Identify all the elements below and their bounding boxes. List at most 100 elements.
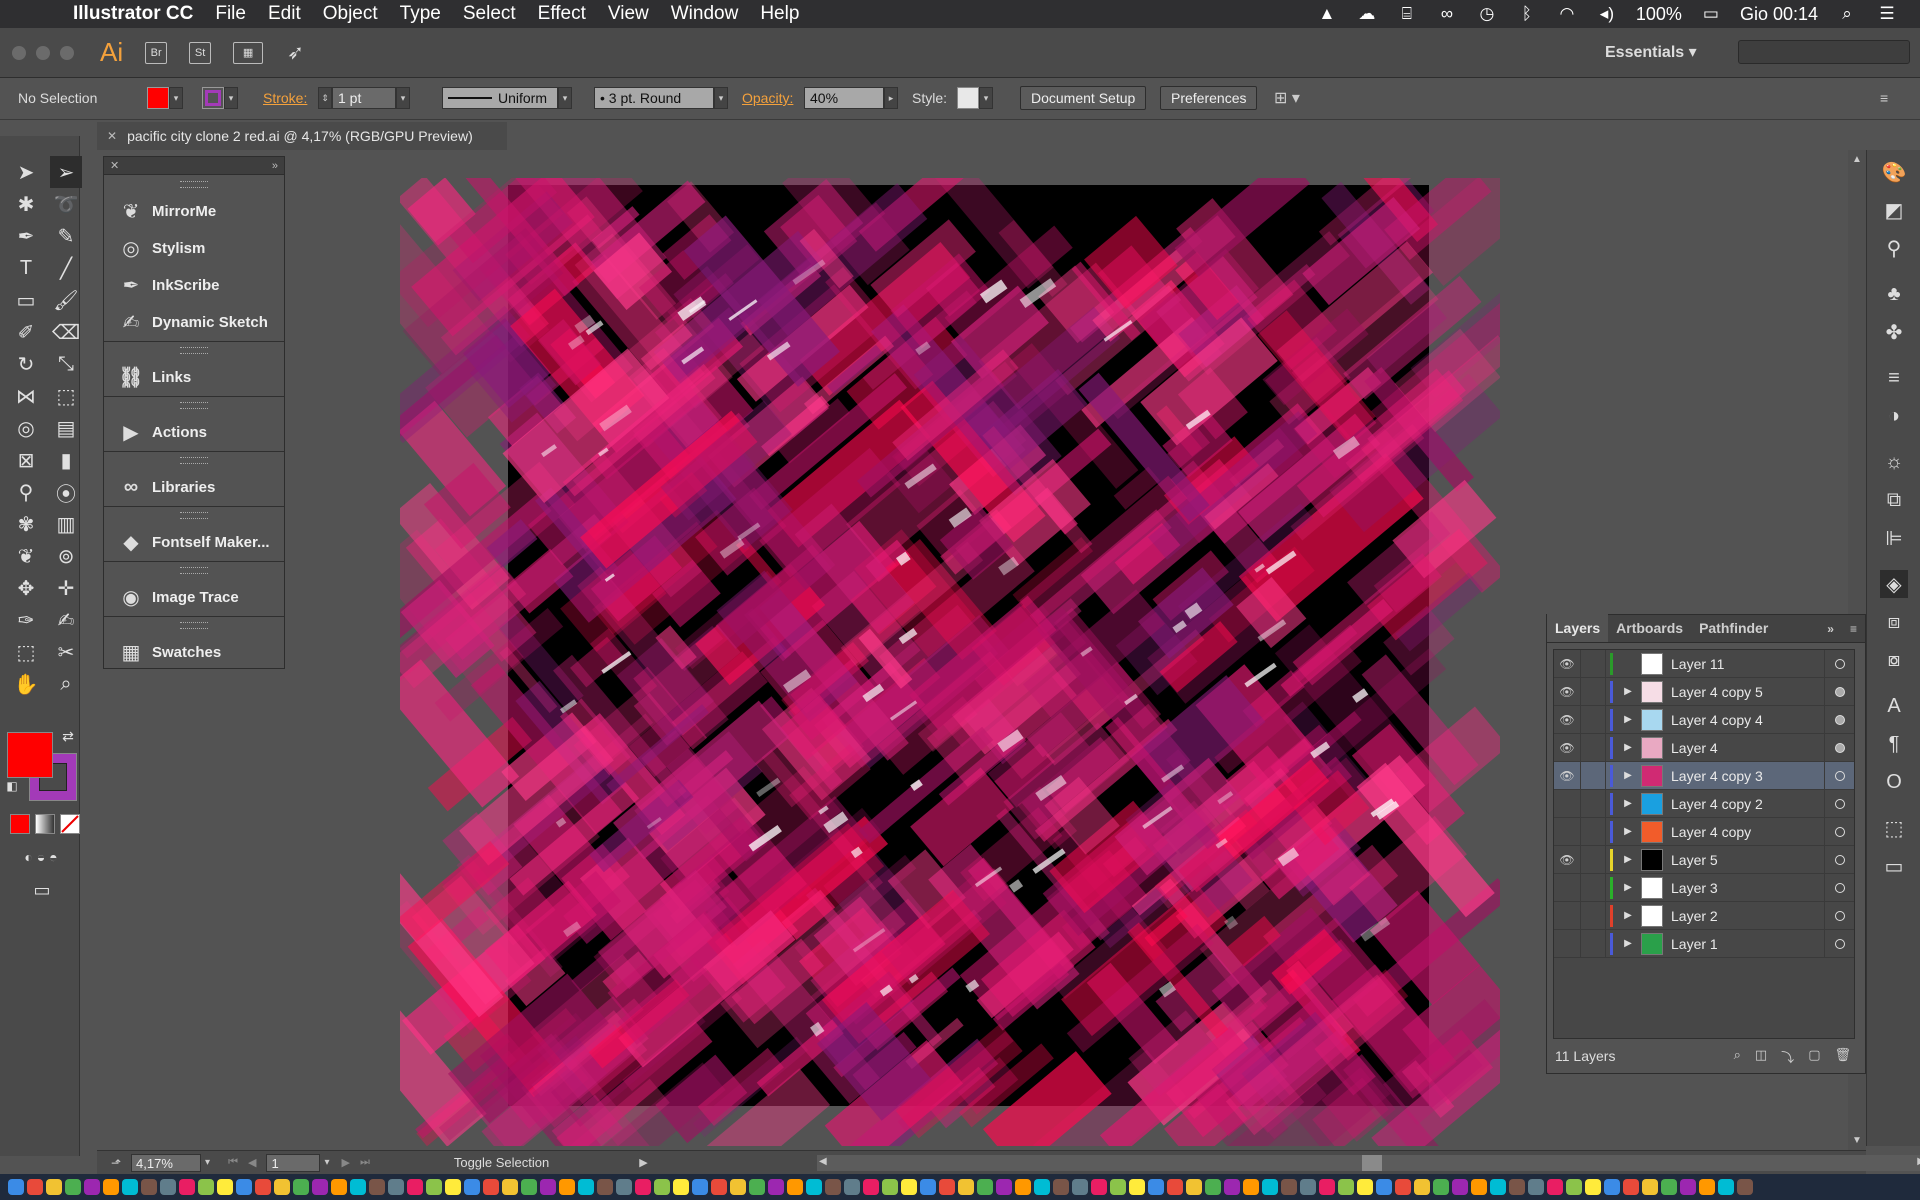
pen-tool-icon[interactable]: ✒ (10, 220, 42, 252)
character-icon[interactable]: A (1880, 692, 1908, 720)
layer-name[interactable]: Layer 2 (1671, 908, 1824, 924)
dock-app-icon[interactable] (141, 1179, 157, 1195)
status-menu-arrow-icon[interactable]: ▶ (639, 1156, 647, 1169)
dock-app-icon[interactable] (1015, 1179, 1031, 1195)
stroke-panel-icon[interactable]: ≡ (1880, 364, 1908, 392)
dock-app-icon[interactable] (939, 1179, 955, 1195)
plugin-links[interactable]: ⛓ Links (104, 359, 284, 396)
dynamic-sketch-tool-icon[interactable]: ✍ (50, 604, 82, 636)
expand-arrow-icon[interactable]: ▶ (1621, 798, 1635, 809)
dock-app-icon[interactable] (65, 1179, 81, 1195)
dock-app-icon[interactable] (1129, 1179, 1145, 1195)
notification-center-icon[interactable]: ☰ (1876, 4, 1898, 23)
lock-toggle[interactable] (1580, 649, 1606, 678)
dock-app-icon[interactable] (1300, 1179, 1316, 1195)
dock-app-icon[interactable] (445, 1179, 461, 1195)
layer-target-button[interactable] (1824, 705, 1854, 734)
fill-color-box[interactable] (7, 732, 53, 778)
layer-row[interactable]: 👁 ▶ Layer 4 (1554, 733, 1854, 762)
dock-app-icon[interactable] (122, 1179, 138, 1195)
dock-app-icon[interactable] (1395, 1179, 1411, 1195)
lock-toggle[interactable] (1580, 705, 1606, 734)
lock-toggle[interactable] (1580, 677, 1606, 706)
tab-artboards[interactable]: Artboards (1608, 614, 1691, 642)
dock-app-icon[interactable] (274, 1179, 290, 1195)
expand-arrow-icon[interactable]: ▶ (1621, 938, 1635, 949)
lock-toggle[interactable] (1580, 845, 1606, 874)
dock-app-icon[interactable] (1490, 1179, 1506, 1195)
color-palette-icon[interactable]: 🎨 (1880, 158, 1908, 186)
menu-select[interactable]: Select (463, 3, 516, 25)
zoom-level-field[interactable]: 4,17% (131, 1153, 202, 1172)
dock-app-icon[interactable] (1281, 1179, 1297, 1195)
layer-row[interactable]: 👁 ▶ Layer 4 copy 5 (1554, 677, 1854, 706)
swap-fill-stroke-icon[interactable]: ⇄ (58, 726, 78, 746)
dock-app-icon[interactable] (920, 1179, 936, 1195)
brush-dropdown-icon[interactable]: ▾ (714, 87, 728, 109)
dock-app-icon[interactable] (1072, 1179, 1088, 1195)
dock-app-icon[interactable] (635, 1179, 651, 1195)
dock-app-icon[interactable] (46, 1179, 62, 1195)
new-sublayer-icon[interactable]: ⤵ (1781, 1047, 1794, 1066)
transparency-icon[interactable]: ◑ (1880, 402, 1908, 430)
dock-app-icon[interactable] (844, 1179, 860, 1195)
scroll-up-icon[interactable]: ▲ (1852, 154, 1862, 165)
menu-file[interactable]: File (215, 3, 246, 25)
bridge-button[interactable]: Br (145, 41, 168, 64)
dock-app-icon[interactable] (1376, 1179, 1392, 1195)
clock[interactable]: Gio 00:14 (1740, 4, 1818, 25)
image-trace-dock-icon[interactable]: ⚲ (1880, 234, 1908, 262)
dock-app-icon[interactable] (521, 1179, 537, 1195)
gpu-rocket-icon[interactable]: ➶ (287, 40, 304, 65)
layer-row[interactable]: ▶ Layer 4 copy (1554, 817, 1854, 846)
width-tool-icon[interactable]: ⋈ (10, 380, 42, 412)
lasso-tool-icon[interactable]: ➰ (50, 188, 82, 220)
magic-wand-tool-icon[interactable]: ✱ (10, 188, 42, 220)
dock-app-icon[interactable] (559, 1179, 575, 1195)
stroke-dropdown-icon[interactable]: ▾ (224, 87, 238, 109)
dock-app-icon[interactable] (692, 1179, 708, 1195)
layer-target-button[interactable] (1824, 733, 1854, 762)
dock-app-icon[interactable] (1604, 1179, 1620, 1195)
stock-button[interactable]: St (189, 41, 212, 64)
opacity-label[interactable]: Opacity: (742, 90, 793, 106)
scroll-left-icon[interactable]: ◀ (819, 1156, 827, 1167)
dock-app-icon[interactable] (255, 1179, 271, 1195)
help-search-input[interactable] (1738, 40, 1910, 64)
dock-app-icon[interactable] (1680, 1179, 1696, 1195)
creative-cloud-icon[interactable]: ∞ (1436, 4, 1458, 23)
layer-row[interactable]: 👁 ▶ Layer 5 (1554, 845, 1854, 874)
document-setup-button[interactable]: Document Setup (1020, 86, 1147, 110)
visibility-eye-icon[interactable]: 👁 (1554, 741, 1580, 755)
dock-app-icon[interactable] (293, 1179, 309, 1195)
dock-app-icon[interactable] (863, 1179, 879, 1195)
stroke-label[interactable]: Stroke: (263, 90, 307, 106)
lock-toggle[interactable] (1580, 789, 1606, 818)
dock-app-icon[interactable] (749, 1179, 765, 1195)
first-artboard-icon[interactable]: ⏮ (228, 1156, 238, 1169)
expand-arrow-icon[interactable]: ▶ (1621, 686, 1635, 697)
style-dropdown-icon[interactable]: ▾ (979, 87, 993, 109)
visibility-eye-icon[interactable]: 👁 (1554, 685, 1580, 699)
profile-dropdown-icon[interactable]: ▾ (558, 87, 572, 109)
dock-app-icon[interactable] (388, 1179, 404, 1195)
volume-icon[interactable]: ◂) (1596, 4, 1618, 23)
dock-app-icon[interactable] (1737, 1179, 1753, 1195)
layer-target-button[interactable] (1824, 873, 1854, 902)
mirrorme-tool-icon[interactable]: ❦ (10, 540, 42, 572)
dock-app-icon[interactable] (369, 1179, 385, 1195)
dock-app-icon[interactable] (1262, 1179, 1278, 1195)
expand-arrow-icon[interactable]: ▶ (1621, 714, 1635, 725)
layer-row[interactable]: ▶ Layer 4 copy 2 (1554, 789, 1854, 818)
arrange-documents-icon[interactable]: ▦ (233, 41, 264, 64)
dock-app-icon[interactable] (1509, 1179, 1525, 1195)
layer-row[interactable]: ▶ Layer 2 (1554, 901, 1854, 930)
selection-tool-icon[interactable]: ➤ (10, 156, 42, 188)
battery-icon[interactable]: ▭ (1700, 4, 1722, 23)
direct-selection-tool-icon[interactable]: ➢ (50, 156, 82, 188)
menu-edit[interactable]: Edit (268, 3, 301, 25)
dock-app-icon[interactable] (1224, 1179, 1240, 1195)
symbol-sprayer-tool-icon[interactable]: ✾ (10, 508, 42, 540)
next-artboard-icon[interactable]: ▶ (341, 1156, 349, 1169)
default-fill-stroke-icon[interactable]: ◧ (2, 776, 22, 796)
